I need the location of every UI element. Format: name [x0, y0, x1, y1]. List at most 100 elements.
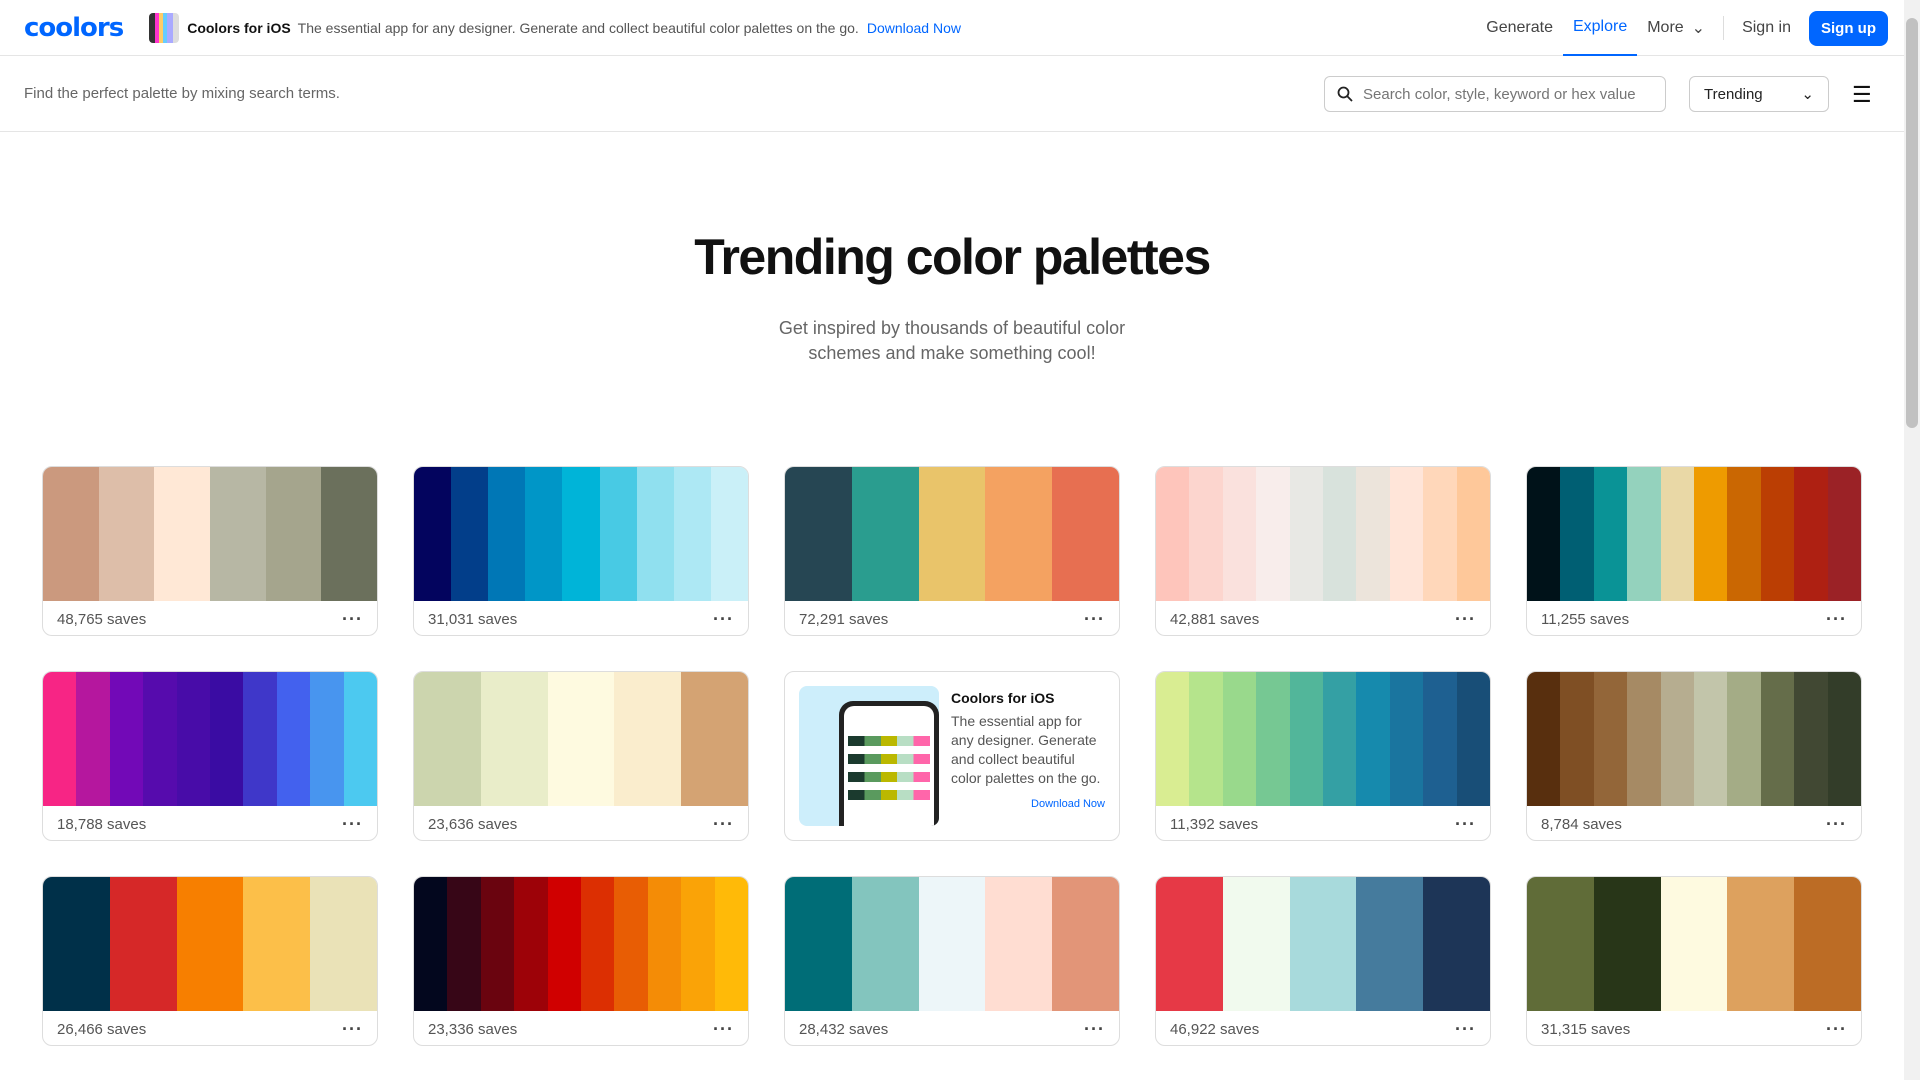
sort-dropdown[interactable]: Trending ⌄ — [1689, 76, 1829, 112]
sign-up-button[interactable]: Sign up — [1809, 10, 1888, 46]
nav-more[interactable]: More ⌄ — [1637, 0, 1715, 56]
more-options-icon[interactable]: ··· — [1455, 814, 1476, 835]
color-swatch[interactable] — [710, 467, 748, 601]
nav-explore[interactable]: Explore — [1562, 0, 1638, 56]
color-swatch[interactable] — [414, 672, 481, 806]
palette-card[interactable]: 46,922 saves ··· — [1155, 876, 1491, 1046]
palette-swatches[interactable] — [414, 877, 748, 1011]
color-swatch[interactable] — [1156, 877, 1223, 1011]
color-swatch[interactable] — [243, 672, 277, 806]
color-swatch[interactable] — [599, 467, 637, 601]
color-swatch[interactable] — [1827, 467, 1861, 601]
color-swatch[interactable] — [1189, 467, 1223, 601]
color-swatch[interactable] — [1593, 467, 1628, 601]
sign-in-link[interactable]: Sign in — [1732, 0, 1801, 56]
palette-card[interactable]: 23,336 saves ··· — [413, 876, 749, 1046]
color-swatch[interactable] — [1289, 467, 1324, 601]
color-swatch[interactable] — [1527, 672, 1561, 806]
color-swatch[interactable] — [614, 672, 682, 806]
color-swatch[interactable] — [851, 467, 919, 601]
color-swatch[interactable] — [1456, 467, 1490, 601]
color-swatch[interactable] — [480, 672, 548, 806]
color-swatch[interactable] — [310, 672, 344, 806]
palette-swatches[interactable] — [414, 467, 748, 601]
more-options-icon[interactable]: ··· — [713, 609, 734, 630]
color-swatch[interactable] — [851, 877, 919, 1011]
color-swatch[interactable] — [451, 467, 489, 601]
color-swatch[interactable] — [154, 467, 211, 601]
color-swatch[interactable] — [1760, 467, 1795, 601]
color-swatch[interactable] — [1156, 672, 1190, 806]
color-swatch[interactable] — [1222, 672, 1257, 806]
palette-swatches[interactable] — [43, 467, 377, 601]
nav-generate[interactable]: Generate — [1476, 0, 1563, 56]
color-swatch[interactable] — [1323, 467, 1357, 601]
color-swatch[interactable] — [243, 877, 311, 1011]
color-swatch[interactable] — [447, 877, 481, 1011]
color-swatch[interactable] — [1156, 467, 1190, 601]
search-box[interactable] — [1324, 76, 1666, 112]
palette-card[interactable]: 28,432 saves ··· — [784, 876, 1120, 1046]
coolors-logo[interactable]: coolors — [24, 13, 124, 43]
color-swatch[interactable] — [1052, 877, 1119, 1011]
color-swatch[interactable] — [562, 467, 600, 601]
palette-card[interactable]: 72,291 saves ··· — [784, 466, 1120, 636]
color-swatch[interactable] — [310, 877, 377, 1011]
color-swatch[interactable] — [714, 877, 748, 1011]
color-swatch[interactable] — [1423, 672, 1457, 806]
color-swatch[interactable] — [647, 877, 682, 1011]
color-swatch[interactable] — [785, 877, 852, 1011]
palette-swatches[interactable] — [43, 877, 377, 1011]
color-swatch[interactable] — [1694, 672, 1728, 806]
color-swatch[interactable] — [1660, 467, 1695, 601]
color-swatch[interactable] — [1052, 467, 1119, 601]
color-swatch[interactable] — [1356, 672, 1390, 806]
color-swatch[interactable] — [1456, 672, 1490, 806]
color-swatch[interactable] — [488, 467, 526, 601]
color-swatch[interactable] — [1527, 467, 1561, 601]
color-swatch[interactable] — [43, 877, 110, 1011]
palette-swatches[interactable] — [43, 672, 377, 806]
color-swatch[interactable] — [1289, 672, 1324, 806]
color-swatch[interactable] — [1222, 877, 1290, 1011]
color-swatch[interactable] — [343, 672, 377, 806]
color-swatch[interactable] — [673, 467, 711, 601]
color-swatch[interactable] — [176, 672, 211, 806]
color-swatch[interactable] — [547, 672, 615, 806]
color-swatch[interactable] — [176, 877, 244, 1011]
color-swatch[interactable] — [1727, 672, 1761, 806]
color-swatch[interactable] — [1222, 467, 1257, 601]
palette-swatches[interactable] — [1527, 877, 1861, 1011]
color-swatch[interactable] — [1827, 672, 1861, 806]
palette-card[interactable]: 42,881 saves ··· — [1155, 466, 1491, 636]
palette-swatches[interactable] — [1527, 467, 1861, 601]
color-swatch[interactable] — [918, 877, 986, 1011]
color-swatch[interactable] — [210, 467, 266, 601]
color-swatch[interactable] — [1627, 467, 1661, 601]
more-options-icon[interactable]: ··· — [342, 609, 363, 630]
color-swatch[interactable] — [414, 467, 452, 601]
more-options-icon[interactable]: ··· — [1826, 1019, 1847, 1040]
color-swatch[interactable] — [985, 467, 1053, 601]
hamburger-menu-icon[interactable]: ☰ — [1852, 82, 1872, 108]
search-input[interactable] — [1363, 85, 1653, 103]
color-swatch[interactable] — [985, 877, 1053, 1011]
color-swatch[interactable] — [1560, 672, 1594, 806]
color-swatch[interactable] — [210, 672, 244, 806]
color-swatch[interactable] — [1189, 672, 1223, 806]
more-options-icon[interactable]: ··· — [1455, 609, 1476, 630]
color-swatch[interactable] — [1289, 877, 1357, 1011]
palette-swatches[interactable] — [1156, 467, 1490, 601]
color-swatch[interactable] — [321, 467, 377, 601]
color-swatch[interactable] — [918, 467, 986, 601]
color-swatch[interactable] — [143, 672, 177, 806]
color-swatch[interactable] — [1727, 467, 1761, 601]
color-swatch[interactable] — [547, 877, 582, 1011]
color-swatch[interactable] — [1660, 877, 1728, 1011]
color-swatch[interactable] — [681, 672, 748, 806]
palette-card[interactable]: 31,315 saves ··· — [1526, 876, 1862, 1046]
color-swatch[interactable] — [43, 672, 77, 806]
color-swatch[interactable] — [1423, 467, 1457, 601]
palette-card[interactable]: 8,784 saves ··· — [1526, 671, 1862, 841]
color-swatch[interactable] — [1527, 877, 1594, 1011]
